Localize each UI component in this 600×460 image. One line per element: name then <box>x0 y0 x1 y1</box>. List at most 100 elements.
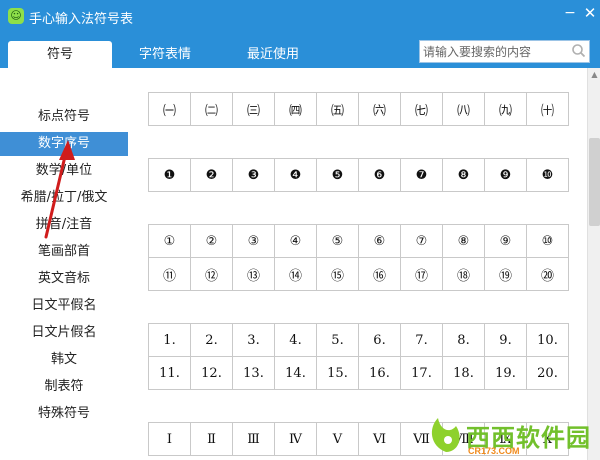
symbol-cell[interactable]: 16. <box>358 356 401 390</box>
sidebar-item-math-units[interactable]: 数学/单位 <box>0 159 128 183</box>
symbol-cell[interactable]: Ⅵ <box>358 422 401 456</box>
symbol-cell[interactable]: ② <box>190 224 233 258</box>
symbol-cell[interactable]: ⑦ <box>400 224 443 258</box>
symbol-cell[interactable]: ❼ <box>400 158 443 192</box>
symbol-cell[interactable]: ⑨ <box>484 224 527 258</box>
tab-symbols[interactable]: 符号 <box>8 41 112 68</box>
symbol-cell[interactable]: 18. <box>442 356 485 390</box>
scroll-up-arrow-icon[interactable]: ▲ <box>589 70 600 80</box>
symbol-table-parenthesized: ㈠㈡㈢㈣㈤㈥㈦㈧㈨㈩ <box>148 92 569 126</box>
sidebar-item-korean[interactable]: 韩文 <box>0 348 128 372</box>
symbol-cell[interactable]: 2. <box>190 323 233 357</box>
search-box <box>419 40 590 63</box>
symbol-cell[interactable]: ⑧ <box>442 224 485 258</box>
symbol-cell[interactable]: ㈤ <box>316 92 359 126</box>
symbol-cell[interactable]: 3. <box>232 323 275 357</box>
symbol-cell[interactable]: ❽ <box>442 158 485 192</box>
symbol-cell[interactable]: ❻ <box>358 158 401 192</box>
symbol-cell[interactable]: ❺ <box>316 158 359 192</box>
symbol-cell[interactable]: ③ <box>232 224 275 258</box>
symbol-cell[interactable]: 15. <box>316 356 359 390</box>
symbol-cell[interactable]: ⑳ <box>526 257 569 291</box>
symbol-cell[interactable]: 8. <box>442 323 485 357</box>
symbol-cell[interactable]: ⑩ <box>526 224 569 258</box>
symbol-cell[interactable]: 7. <box>400 323 443 357</box>
symbol-cell[interactable]: Ⅰ <box>148 422 191 456</box>
sidebar-item-pinyin-zhuyin[interactable]: 拼音/注音 <box>0 213 128 237</box>
sidebar-item-katakana[interactable]: 日文片假名 <box>0 321 128 345</box>
title-bar: ☺ 手心输入法符号表 − ✕ <box>0 0 600 33</box>
symbol-cell[interactable]: ⑥ <box>358 224 401 258</box>
symbol-cell[interactable]: ⑬ <box>232 257 275 291</box>
green-leaf-logo-icon <box>431 418 460 452</box>
search-input[interactable] <box>420 41 570 62</box>
symbol-row: ①②③④⑤⑥⑦⑧⑨⑩ <box>148 224 569 258</box>
vertical-scrollbar[interactable]: ▲ <box>587 68 600 460</box>
symbol-cell[interactable]: ㈨ <box>484 92 527 126</box>
symbol-cell[interactable]: ⑲ <box>484 257 527 291</box>
symbol-cell[interactable]: 1. <box>148 323 191 357</box>
symbol-cell[interactable]: 5. <box>316 323 359 357</box>
symbol-cell[interactable]: ㈥ <box>358 92 401 126</box>
category-sidebar: 标点符号 数字序号 数学/单位 希腊/拉丁/俄文 拼音/注音 笔画部首 英文音标… <box>0 68 128 460</box>
symbol-cell[interactable]: ❷ <box>190 158 233 192</box>
symbol-grid-area: ㈠㈡㈢㈣㈤㈥㈦㈧㈨㈩ ❶❷❸❹❺❻❼❽❾❿ ①②③④⑤⑥⑦⑧⑨⑩⑪⑫⑬⑭⑮⑯⑰⑱… <box>129 68 587 460</box>
symbol-cell[interactable]: ⑰ <box>400 257 443 291</box>
minimize-button[interactable]: − <box>560 3 580 23</box>
sidebar-item-hiragana[interactable]: 日文平假名 <box>0 294 128 318</box>
symbol-cell[interactable]: ④ <box>274 224 317 258</box>
symbol-cell[interactable]: ⑤ <box>316 224 359 258</box>
tab-recent[interactable]: 最近使用 <box>226 41 320 68</box>
symbol-cell[interactable]: ㈣ <box>274 92 317 126</box>
symbol-cell[interactable]: ❸ <box>232 158 275 192</box>
sidebar-item-number-ordinals[interactable]: 数字序号 <box>0 132 128 156</box>
symbol-cell[interactable]: ⑱ <box>442 257 485 291</box>
symbol-cell[interactable]: Ⅳ <box>274 422 317 456</box>
scroll-thumb[interactable] <box>589 138 600 226</box>
symbol-cell[interactable]: ㈦ <box>400 92 443 126</box>
sidebar-item-strokes-radicals[interactable]: 笔画部首 <box>0 240 128 264</box>
sidebar-item-punctuation[interactable]: 标点符号 <box>0 105 128 129</box>
close-button[interactable]: ✕ <box>580 3 600 23</box>
sidebar-item-english-phonetics[interactable]: 英文音标 <box>0 267 128 291</box>
symbol-cell[interactable]: ⑪ <box>148 257 191 291</box>
search-icon[interactable] <box>570 42 588 61</box>
symbol-cell[interactable]: 17. <box>400 356 443 390</box>
symbol-cell[interactable]: ㈡ <box>190 92 233 126</box>
symbol-cell[interactable]: Ⅴ <box>316 422 359 456</box>
symbol-cell[interactable]: ❿ <box>526 158 569 192</box>
symbol-cell[interactable]: ❹ <box>274 158 317 192</box>
symbol-cell[interactable]: ❾ <box>484 158 527 192</box>
symbol-cell[interactable]: 6. <box>358 323 401 357</box>
symbol-row: 1. 2. 3. 4. 5. 6. 7. 8. 9. 10. <box>148 323 569 357</box>
symbol-cell[interactable]: ⑫ <box>190 257 233 291</box>
symbol-cell[interactable]: ⑮ <box>316 257 359 291</box>
symbol-cell[interactable]: 4. <box>274 323 317 357</box>
sidebar-item-box-drawing[interactable]: 制表符 <box>0 375 128 399</box>
symbol-cell[interactable]: 13. <box>232 356 275 390</box>
symbol-cell[interactable]: 11. <box>148 356 191 390</box>
symbol-cell[interactable]: 20. <box>526 356 569 390</box>
symbol-cell[interactable]: Ⅲ <box>232 422 275 456</box>
symbol-cell[interactable]: 12. <box>190 356 233 390</box>
symbol-cell[interactable]: ㈧ <box>442 92 485 126</box>
symbol-cell[interactable]: 10. <box>526 323 569 357</box>
symbol-cell[interactable]: ⑭ <box>274 257 317 291</box>
sidebar-item-special-symbols[interactable]: 特殊符号 <box>0 402 128 426</box>
smiley-logo-icon: ☺ <box>8 8 24 24</box>
symbol-cell[interactable]: 14. <box>274 356 317 390</box>
symbol-row: ㈠㈡㈢㈣㈤㈥㈦㈧㈨㈩ <box>148 92 569 126</box>
tab-emoticons[interactable]: 字符表情 <box>118 41 212 68</box>
symbol-cell[interactable]: ① <box>148 224 191 258</box>
symbol-cell[interactable]: Ⅱ <box>190 422 233 456</box>
symbol-cell[interactable]: ㈠ <box>148 92 191 126</box>
symbol-cell[interactable]: 19. <box>484 356 527 390</box>
sidebar-item-greek-latin-russian[interactable]: 希腊/拉丁/俄文 <box>0 186 128 210</box>
symbol-cell[interactable]: ㈢ <box>232 92 275 126</box>
symbol-table-circled: ①②③④⑤⑥⑦⑧⑨⑩⑪⑫⑬⑭⑮⑯⑰⑱⑲⑳ <box>148 224 569 291</box>
symbol-cell[interactable]: ⑯ <box>358 257 401 291</box>
symbol-cell[interactable]: ❶ <box>148 158 191 192</box>
symbol-cell[interactable]: ㈩ <box>526 92 569 126</box>
symbol-row: ❶❷❸❹❺❻❼❽❾❿ <box>148 158 569 192</box>
symbol-cell[interactable]: 9. <box>484 323 527 357</box>
